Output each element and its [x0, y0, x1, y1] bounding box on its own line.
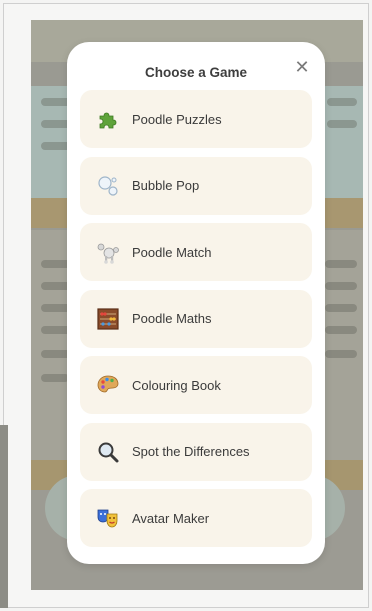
bubbles-icon [95, 173, 121, 199]
magnifying-glass-icon [95, 439, 121, 465]
modal-title: Choose a Game [144, 65, 248, 80]
theater-masks-icon [95, 505, 121, 531]
game-label: Colouring Book [132, 377, 221, 393]
game-label: Poodle Puzzles [132, 111, 222, 127]
game-item-poodle-match[interactable]: Poodle Match [80, 223, 312, 281]
game-item-colouring-book[interactable]: Colouring Book [80, 356, 312, 414]
choose-game-modal: Choose a Game ✕ Poodle Puzzles Bubble Po… [67, 42, 325, 564]
close-icon[interactable]: ✕ [293, 58, 311, 76]
game-label: Bubble Pop [132, 178, 200, 193]
game-item-poodle-puzzles[interactable]: Poodle Puzzles [80, 90, 312, 148]
game-label: Avatar Maker [132, 510, 210, 526]
game-label: Poodle Match [132, 244, 212, 260]
palette-icon [95, 372, 121, 398]
game-list: Poodle Puzzles Bubble Pop Poodle Match P… [80, 90, 312, 556]
game-item-avatar-maker[interactable]: Avatar Maker [80, 489, 312, 547]
poodle-icon [95, 239, 121, 265]
game-item-poodle-maths[interactable]: Poodle Maths [80, 289, 312, 348]
puzzle-piece-icon [95, 106, 121, 132]
game-item-bubble-pop[interactable]: Bubble Pop [80, 156, 312, 215]
game-label: Spot the Differences [132, 444, 250, 459]
abacus-icon [95, 306, 121, 332]
game-label: Poodle Maths [132, 311, 212, 326]
left-edge-panel [0, 425, 8, 608]
game-item-spot-the-differences[interactable]: Spot the Differences [80, 422, 312, 481]
